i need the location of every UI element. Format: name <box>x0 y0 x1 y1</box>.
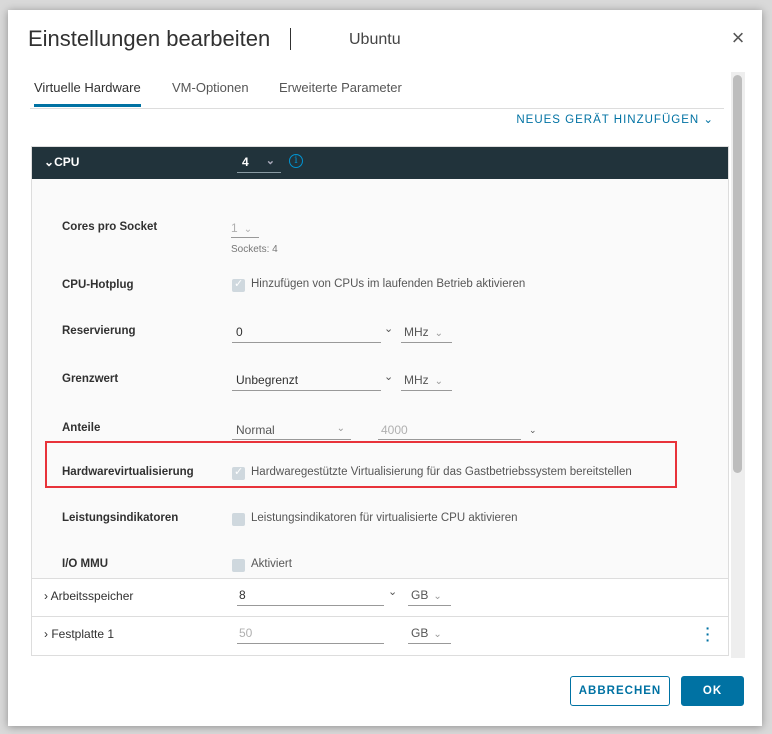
cpu-header[interactable]: ⌄CPU 4 ⌄ i <box>32 147 728 179</box>
memory-input[interactable]: 8 <box>237 588 384 606</box>
chevron-down-icon[interactable]: ⌄ <box>388 585 397 598</box>
dialog-title: Einstellungen bearbeiten <box>28 26 271 51</box>
iommu-checkbox[interactable] <box>232 559 245 572</box>
limit-input[interactable]: Unbegrenzt <box>232 373 381 391</box>
chevron-down-icon[interactable]: ⌄ <box>384 322 393 335</box>
scrollbar-thumb[interactable] <box>733 75 742 473</box>
shares-select[interactable]: Normal ⌄ <box>232 423 351 440</box>
tab-advanced-parameters[interactable]: Erweiterte Parameter <box>279 80 402 107</box>
limit-label: Grenzwert <box>62 373 119 385</box>
cores-per-socket-label: Cores pro Socket <box>62 221 158 233</box>
disk-size-input[interactable]: 50 <box>237 626 384 644</box>
perf-counters-label: Leistungsindikatoren <box>62 512 179 524</box>
perf-counters-checkbox[interactable] <box>232 513 245 526</box>
disk-unit-select[interactable]: GB ⌄ <box>408 626 451 644</box>
add-new-device-button[interactable]: NEUES GERÄT HINZUFÜGEN ⌄ <box>516 112 714 126</box>
chevron-down-icon: ⌄ <box>265 155 275 167</box>
chevron-right-icon: › <box>44 627 48 641</box>
tab-virtual-hardware[interactable]: Virtuelle Hardware <box>34 80 141 107</box>
chevron-right-icon: › <box>44 589 48 603</box>
hw-virtualization-highlight <box>45 441 677 488</box>
reservation-input[interactable]: 0 <box>232 325 381 343</box>
scrollbar[interactable] <box>731 72 745 658</box>
memory-unit-select[interactable]: GB ⌄ <box>408 588 451 606</box>
more-actions-icon[interactable]: · · · <box>705 621 711 647</box>
disk-expand[interactable]: › Festplatte 1 <box>44 627 114 641</box>
limit-unit-select[interactable]: MHz ⌄ <box>401 373 452 391</box>
cpu-hotplug-checkbox[interactable] <box>232 277 245 292</box>
cpu-hotplug-checkbox-label: Hinzufügen von CPUs im laufenden Betrieb… <box>251 278 526 290</box>
hardware-panel: ⌄CPU 4 ⌄ i Cores pro Socket 1 ⌄ Sockets: … <box>31 146 729 656</box>
shares-amount-input[interactable]: 4000 <box>378 423 521 440</box>
shares-label: Anteile <box>62 422 101 434</box>
iommu-checkbox-label: Aktiviert <box>251 558 292 570</box>
memory-row: › Arbeitsspeicher 8 ⌄ GB ⌄ <box>32 578 728 617</box>
info-icon[interactable]: i <box>289 154 303 168</box>
cancel-button[interactable]: ABBRECHEN <box>570 676 670 706</box>
memory-expand[interactable]: › Arbeitsspeicher <box>44 589 133 603</box>
vm-name: Ubuntu <box>349 31 401 48</box>
tab-bar: Virtuelle Hardware VM-Optionen Erweitert… <box>30 80 724 109</box>
chevron-down-icon[interactable]: ⌄ <box>384 370 393 383</box>
chevron-down-icon[interactable]: ⌄ <box>529 425 537 436</box>
reservation-unit-select[interactable]: MHz ⌄ <box>401 325 452 343</box>
edit-settings-dialog: Einstellungen bearbeiten Ubuntu × Virtue… <box>8 10 762 726</box>
reservation-label: Reservierung <box>62 325 136 337</box>
cpu-hotplug-label: CPU-Hotplug <box>62 279 134 291</box>
tab-vm-options[interactable]: VM-Optionen <box>172 80 249 107</box>
title-divider <box>290 28 291 50</box>
sockets-hint: Sockets: 4 <box>231 244 278 255</box>
iommu-label: I/O MMU <box>62 558 108 570</box>
disk-row: › Festplatte 1 50 GB ⌄ · · · <box>32 616 728 655</box>
cpu-title[interactable]: ⌄CPU <box>44 155 79 169</box>
perf-counters-checkbox-label: Leistungsindikatoren für virtualisierte … <box>251 512 518 524</box>
ok-button[interactable]: OK <box>681 676 744 706</box>
chevron-down-icon: ⌄ <box>44 155 55 169</box>
cores-per-socket-select[interactable]: 1 ⌄ <box>231 221 259 238</box>
close-icon[interactable]: × <box>728 27 748 49</box>
cpu-count-select[interactable]: 4 ⌄ <box>237 155 281 173</box>
